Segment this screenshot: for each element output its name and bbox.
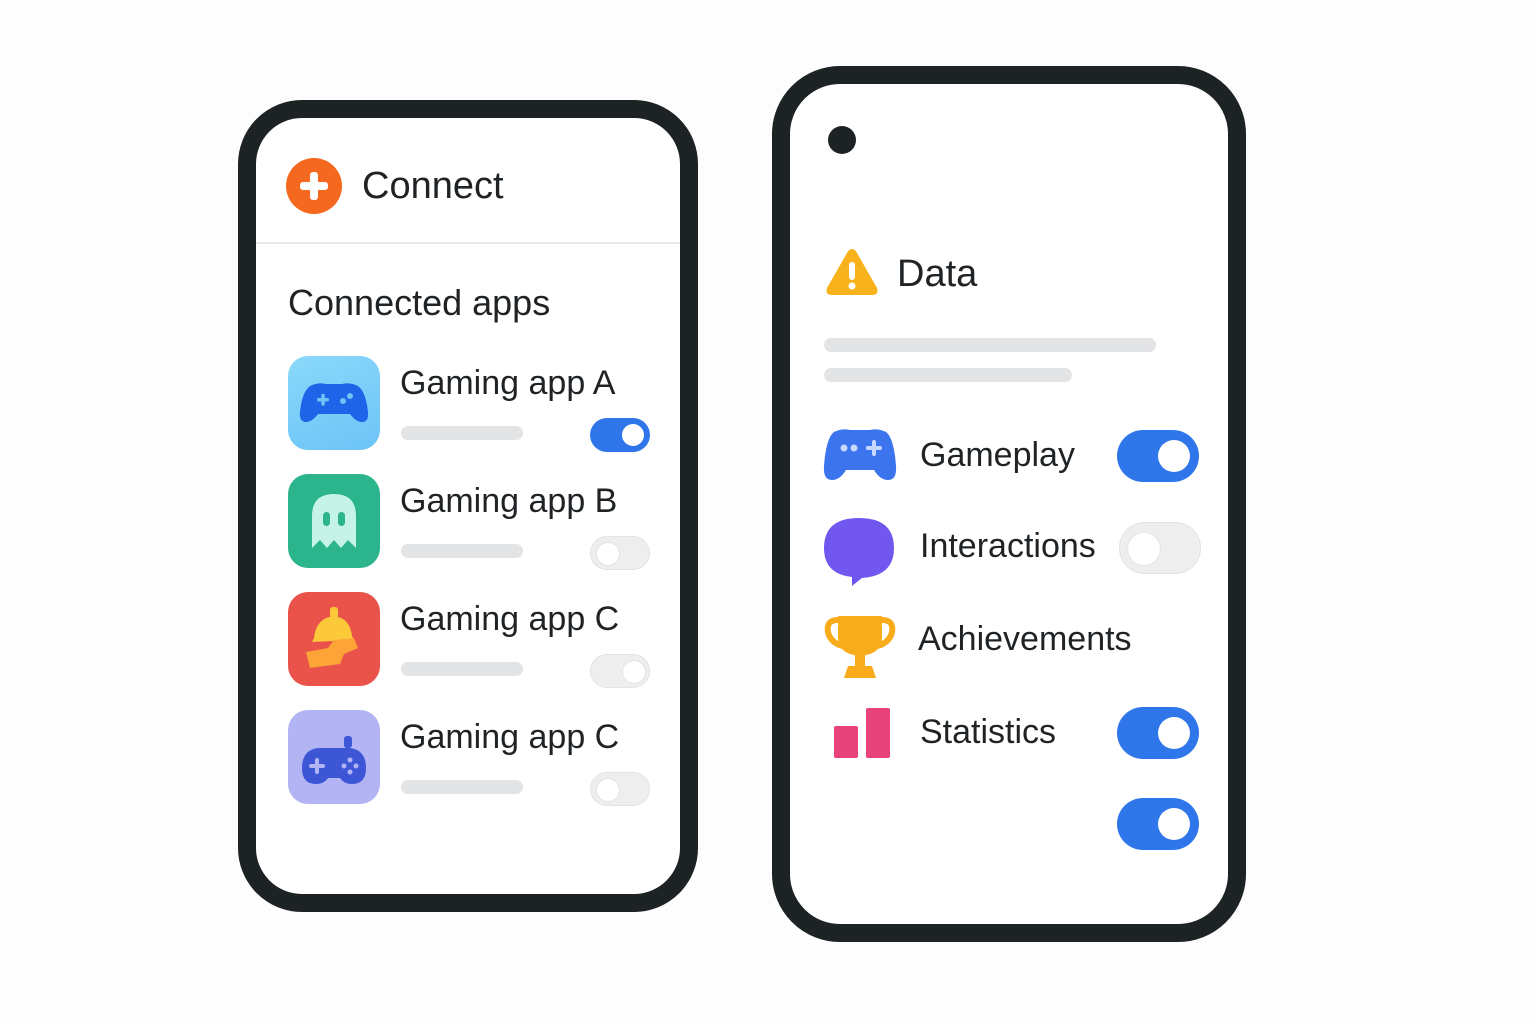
gameplay-toggle[interactable] <box>1117 430 1199 482</box>
toggle-knob <box>623 661 645 683</box>
phone-data-screen: Data Gameplay Interactions Achievements … <box>772 66 1246 942</box>
permission-label-achievements: Achievements <box>918 620 1132 658</box>
app-description-placeholder <box>401 780 523 794</box>
page-title: Data <box>897 253 978 295</box>
permission-label-statistics: Statistics <box>920 713 1057 751</box>
warning-icon <box>826 249 878 295</box>
ghost-icon <box>288 474 380 568</box>
page-title: Connect <box>362 165 504 207</box>
app-row-c-2: Gaming app C <box>288 710 668 806</box>
section-title: Connected apps <box>288 282 551 323</box>
statistics-toggle[interactable] <box>1117 707 1199 759</box>
toggle-knob <box>622 424 644 446</box>
header-divider <box>256 242 680 244</box>
camera-dot <box>828 126 856 154</box>
app-name: Gaming app C <box>400 600 620 638</box>
app-row-c: Gaming app C <box>288 592 668 688</box>
app-description-placeholder <box>401 426 523 440</box>
trophy-icon <box>824 616 896 678</box>
app-name: Gaming app B <box>400 482 618 520</box>
toggle-knob <box>1158 717 1190 749</box>
app-row-b: Gaming app B <box>288 474 668 570</box>
phone-connect-screen: Connect Connected apps Gaming app A Gami <box>238 100 698 912</box>
gamepad-icon <box>823 429 897 480</box>
toggle-knob <box>1158 440 1190 472</box>
permission-label-gameplay: Gameplay <box>920 436 1075 474</box>
app-b-toggle[interactable] <box>590 536 650 570</box>
app-row-a: Gaming app A <box>288 356 668 452</box>
app-description-placeholder <box>401 662 523 676</box>
app-name: Gaming app A <box>400 364 616 402</box>
app-a-toggle[interactable] <box>590 418 650 452</box>
bar-chart-icon <box>834 708 890 758</box>
toggle-knob <box>1128 533 1160 565</box>
chat-bubble-icon <box>824 518 894 586</box>
app-name: Gaming app C <box>400 718 620 756</box>
gamepad-icon <box>288 356 380 450</box>
toggle-knob <box>1158 808 1190 840</box>
permission-label-interactions: Interactions <box>920 527 1096 565</box>
controller-icon <box>288 710 380 804</box>
interactions-toggle[interactable] <box>1119 522 1201 574</box>
toggle-knob <box>597 779 619 801</box>
app-description-placeholder <box>401 544 523 558</box>
extra-toggle[interactable] <box>1117 798 1199 850</box>
app-c-2-toggle[interactable] <box>590 772 650 806</box>
toggle-knob <box>597 543 619 565</box>
description-placeholder-line-2 <box>824 368 1072 382</box>
description-placeholder-line-1 <box>824 338 1156 352</box>
plus-circle-icon[interactable] <box>286 158 342 214</box>
app-c-toggle[interactable] <box>590 654 650 688</box>
bell-icon <box>288 592 380 686</box>
